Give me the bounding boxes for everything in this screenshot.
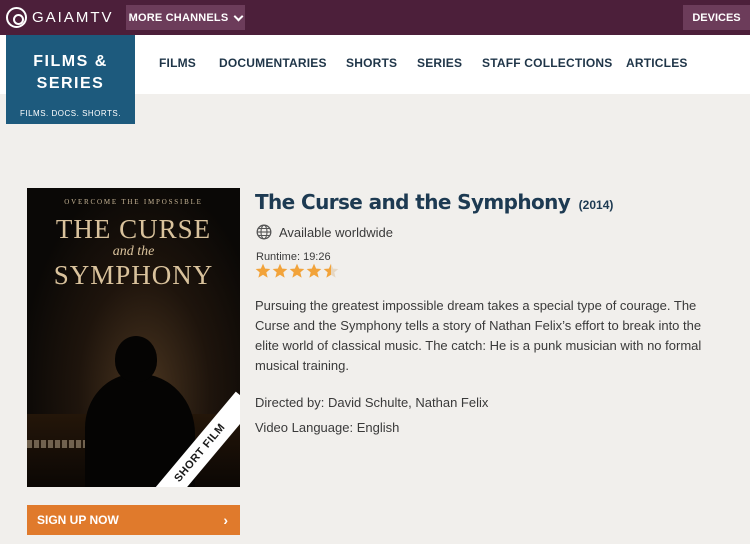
nav-item-documentaries[interactable]: DOCUMENTARIES: [219, 56, 327, 70]
star-icon: [289, 263, 305, 278]
sign-up-button[interactable]: SIGN UP NOW ›: [27, 505, 240, 535]
chevron-down-icon: [233, 11, 244, 21]
film-title-line: The Curse and the Symphony (2014): [255, 190, 613, 214]
gaiamtv-logo[interactable]: GAIAMTV: [6, 6, 114, 28]
film-year: (2014): [578, 198, 614, 212]
film-description: Pursuing the greatest impossible dream t…: [255, 298, 702, 373]
star-icon: [255, 263, 271, 278]
directed-by: Directed by: David Schulte, Nathan Felix: [255, 395, 489, 410]
film-poster[interactable]: OVERCOME THE IMPOSSIBLE THE CURSE and th…: [27, 188, 240, 487]
star-rating: [255, 263, 339, 281]
runtime: Runtime: 19:26: [256, 251, 331, 263]
devices-label: DEVICES: [692, 11, 741, 24]
star-icon: [323, 263, 339, 278]
films-series-brand[interactable]: FILMS & SERIES FILMS. DOCS. SHORTS.: [6, 35, 135, 124]
brand-subtitle: FILMS. DOCS. SHORTS.: [20, 109, 121, 118]
gaiam-logo-icon: [6, 6, 27, 28]
poster-title-line2: and the: [112, 244, 155, 259]
more-channels-label: MORE CHANNELS: [128, 11, 229, 24]
nav-item-staff-collections[interactable]: STAFF COLLECTIONS: [482, 56, 613, 70]
poster-title-line1: THE CURSE: [55, 214, 212, 244]
nav-item-films[interactable]: FILMS: [159, 56, 196, 70]
nav-item-series[interactable]: SERIES: [417, 56, 462, 70]
more-channels-button[interactable]: MORE CHANNELS: [126, 5, 245, 30]
devices-button[interactable]: DEVICES: [683, 5, 750, 30]
poster-pianist-head: [115, 336, 157, 382]
film-title: The Curse and the Symphony: [255, 190, 571, 214]
brand-title-line1: FILMS &: [33, 53, 108, 70]
poster-tagline: OVERCOME THE IMPOSSIBLE: [64, 198, 203, 206]
availability: Available worldwide: [256, 224, 393, 240]
top-bar: GAIAMTV MORE CHANNELS DEVICES: [0, 0, 750, 35]
nav-item-shorts[interactable]: SHORTS: [346, 56, 397, 70]
star-icon: [306, 263, 322, 278]
sign-up-label: SIGN UP NOW: [37, 513, 119, 527]
logo-text: GAIAMTV: [32, 8, 114, 26]
brand-title-line2: SERIES: [36, 75, 105, 92]
brand-title: FILMS & SERIES: [6, 35, 135, 95]
nav-item-articles[interactable]: ARTICLES: [626, 56, 688, 70]
video-language: Video Language: English: [255, 420, 400, 435]
star-icon: [272, 263, 288, 278]
chevron-right-icon: ›: [223, 512, 228, 528]
poster-title-line3: SYMPHONY: [53, 260, 214, 290]
availability-text: Available worldwide: [279, 224, 393, 240]
globe-icon: [256, 224, 272, 240]
